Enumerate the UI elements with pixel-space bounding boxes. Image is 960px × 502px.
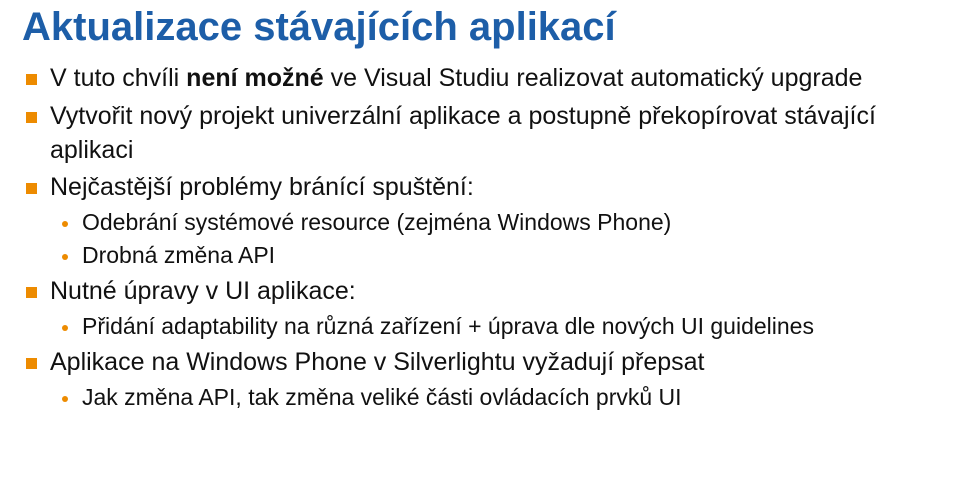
text-fragment: Jak změna API, tak změna veliké části ov… xyxy=(82,384,682,410)
bullet-item: Nejčastější problémy bránící spuštění: O… xyxy=(22,171,938,271)
sub-bullet-item: Drobná změna API xyxy=(58,240,938,271)
text-fragment: V tuto chvíli xyxy=(50,64,186,92)
sub-bullet-item: Odebrání systémové resource (zejména Win… xyxy=(58,207,938,238)
bullet-item: V tuto chvíli není možné ve Visual Studi… xyxy=(22,62,938,96)
slide-title: Aktualizace stávajících aplikací xyxy=(22,4,938,50)
sub-bullet-list: Jak změna API, tak změna veliké části ov… xyxy=(50,382,938,413)
bullet-item: Aplikace na Windows Phone v Silverlightu… xyxy=(22,346,938,413)
sub-bullet-item: Jak změna API, tak změna veliké části ov… xyxy=(58,382,938,413)
bullet-list: V tuto chvíli není možné ve Visual Studi… xyxy=(22,62,938,413)
text-fragment: Vytvořit nový projekt univerzální aplika… xyxy=(50,102,876,164)
bullet-item: Vytvořit nový projekt univerzální aplika… xyxy=(22,100,938,168)
text-fragment: Drobná změna API xyxy=(82,242,275,268)
sub-bullet-list: Přidání adaptability na různá zařízení +… xyxy=(50,311,938,342)
text-fragment: Aplikace na Windows Phone v Silverlightu… xyxy=(50,348,705,376)
slide: Aktualizace stávajících aplikací V tuto … xyxy=(0,0,960,502)
sub-bullet-list: Odebrání systémové resource (zejména Win… xyxy=(50,207,938,271)
text-fragment: Odebrání systémové resource (zejména Win… xyxy=(82,209,671,235)
sub-bullet-item: Přidání adaptability na různá zařízení +… xyxy=(58,311,938,342)
text-bold: není možné xyxy=(186,64,324,92)
bullet-item: Nutné úpravy v UI aplikace: Přidání adap… xyxy=(22,275,938,342)
text-fragment: Přidání adaptability na různá zařízení +… xyxy=(82,313,814,339)
text-fragment: Nejčastější problémy bránící spuštění: xyxy=(50,173,474,201)
text-fragment: ve Visual Studiu realizovat automatický … xyxy=(324,64,863,92)
text-fragment: Nutné úpravy v UI aplikace: xyxy=(50,277,356,305)
